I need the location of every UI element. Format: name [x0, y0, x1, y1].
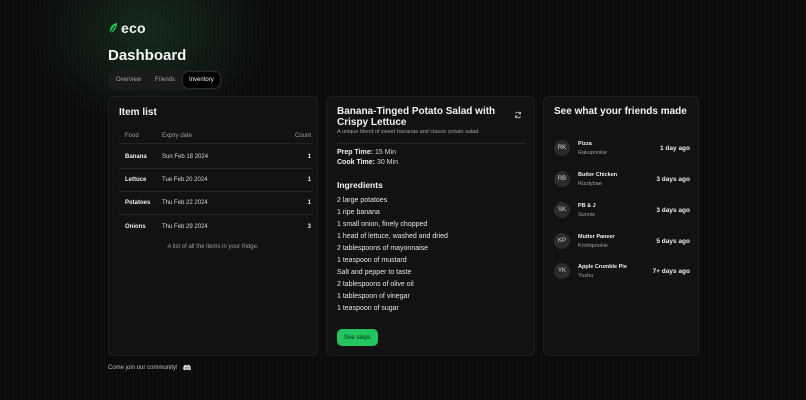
item-list-card: Item list Food Expiry date Count Banana …	[108, 96, 318, 356]
see-steps-button[interactable]: See steps	[337, 329, 378, 346]
table-row[interactable]: Lettuce Tue Feb 20 2024 1	[119, 169, 313, 192]
ingredient-item: 1 teaspoon of sugar	[337, 305, 399, 312]
table-caption: A list of all the items in your fridge.	[167, 244, 259, 250]
brand-name: eco	[121, 20, 146, 36]
ingredient-item: 2 tablespoons of mayonnaise	[337, 245, 429, 252]
friend-dish: Butter Chicken	[578, 171, 618, 178]
cell-expiry: Thu Feb 29 2024	[162, 223, 208, 230]
brand-logo[interactable]: eco	[108, 20, 146, 36]
friend-name: Rakupookie	[578, 149, 608, 156]
list-item[interactable]: YK Apple Crumble Pie Yushu 7+ days ago	[554, 261, 690, 281]
cell-expiry: Thu Feb 22 2024	[162, 200, 208, 206]
leaf-icon	[109, 23, 117, 34]
avatar: RB	[554, 171, 570, 187]
friend-time-ago: 7+ days ago	[652, 267, 690, 275]
tab-inventory[interactable]: Inventory	[183, 72, 220, 88]
ingredient-item: 1 small onion, finely chopped	[337, 221, 428, 228]
cell-food: Potatoes	[125, 200, 151, 206]
friend-info: Apple Crumble Pie Yushu	[578, 263, 653, 280]
footer: Come join our community!	[108, 364, 191, 371]
header-count: Count	[294, 133, 311, 139]
table-row[interactable]: Banana Sun Feb 18 2024 1	[119, 146, 313, 169]
header-expiry: Expiry date	[162, 133, 193, 139]
avatar: YK	[554, 263, 570, 279]
cell-food: Banana	[125, 154, 147, 160]
divider	[337, 143, 525, 144]
friend-name: Rizzlybae	[578, 180, 602, 187]
cell-food: Onions	[125, 223, 146, 230]
table-row[interactable]: Onions Thu Feb 29 2024 3	[119, 215, 313, 238]
friend-time-ago: 3 days ago	[656, 206, 690, 214]
cell-count: 1	[307, 154, 311, 160]
avatar: KP	[554, 233, 570, 249]
ingredients-title: Ingredients	[337, 180, 383, 190]
friends-title: See what your friends made	[554, 106, 687, 117]
tab-overview[interactable]: Overview	[110, 72, 147, 88]
tab-bar: Overview Friends Inventory	[108, 70, 222, 90]
recipe-card: Banana-Tinged Potato Salad with Crispy L…	[326, 96, 535, 356]
friends-card: See what your friends made RK Pizza Raku…	[543, 96, 699, 356]
cook-time-label: Cook Time:	[337, 159, 375, 166]
avatar: SK	[554, 202, 570, 218]
item-list-title: Item list	[119, 107, 157, 118]
ingredient-item: 1 head of lettuce, washed and dried	[337, 233, 448, 240]
friend-name: Sunnie	[578, 211, 596, 218]
tab-friends[interactable]: Friends	[149, 72, 181, 88]
cook-time: Cook Time: 30 Min	[337, 159, 398, 166]
recipe-title: Banana-Tinged Potato Salad with Crispy L…	[337, 106, 496, 128]
friend-time-ago: 3 days ago	[656, 175, 690, 183]
ingredient-item: 1 teaspoon of mustard	[337, 257, 407, 264]
ingredients-list: 2 large potatoes 1 ripe banana 1 small o…	[337, 195, 448, 315]
friend-info: Mutter Paneer Krishipookie	[578, 233, 656, 250]
ingredient-item: 2 tablespoons of olive oil	[337, 281, 414, 288]
friend-time-ago: 1 day ago	[660, 144, 690, 152]
friend-name: Krishipookie	[578, 242, 608, 249]
friend-time-ago: 5 days ago	[656, 237, 690, 245]
cell-count: 1	[307, 177, 311, 183]
friend-dish: PB & J	[578, 202, 596, 209]
friend-info: Pizza Rakupookie	[578, 140, 660, 157]
friend-info: PB & J Sunnie	[578, 202, 656, 219]
list-item[interactable]: RB Butter Chicken Rizzlybae 3 days ago	[554, 169, 690, 189]
table-row[interactable]: Potatoes Thu Feb 22 2024 1	[119, 192, 313, 215]
recipe-description: A unique blend of sweet bananas and clas…	[337, 129, 480, 135]
list-item[interactable]: SK PB & J Sunnie 3 days ago	[554, 200, 690, 220]
header-food: Food	[125, 133, 139, 139]
ingredient-item: 1 tablespoon of vinegar	[337, 293, 410, 300]
prep-time-value: 15 Min	[375, 149, 397, 156]
friend-name: Yushu	[578, 272, 594, 279]
ingredient-item: 1 ripe banana	[337, 209, 380, 216]
table-header: Food Expiry date Count	[119, 129, 313, 144]
cook-time-value: 30 Min	[376, 159, 398, 166]
ingredient-item: 2 large potatoes	[337, 197, 388, 204]
community-link[interactable]: Come join our community!	[108, 365, 178, 371]
discord-icon[interactable]	[182, 364, 191, 371]
cell-food: Lettuce	[125, 177, 147, 183]
friend-dish: Pizza	[578, 140, 592, 147]
cell-expiry: Sun Feb 18 2024	[162, 154, 209, 160]
inventory-table: Food Expiry date Count Banana Sun Feb 18…	[119, 129, 313, 238]
avatar: RK	[554, 140, 570, 156]
list-item[interactable]: KP Mutter Paneer Krishipookie 5 days ago	[554, 231, 690, 251]
ingredient-item: Salt and pepper to taste	[337, 269, 412, 276]
friend-dish: Mutter Paneer	[578, 233, 615, 240]
page-title: Dashboard	[108, 47, 187, 64]
friend-info: Butter Chicken Rizzlybae	[578, 171, 656, 188]
prep-time-label: Prep Time:	[337, 149, 374, 156]
friend-dish: Apple Crumble Pie	[578, 263, 627, 270]
list-item[interactable]: RK Pizza Rakupookie 1 day ago	[554, 138, 690, 158]
prep-time: Prep Time: 15 Min	[337, 149, 396, 156]
cell-expiry: Tue Feb 20 2024	[162, 177, 208, 183]
cell-count: 3	[307, 223, 311, 230]
refresh-icon[interactable]	[514, 111, 522, 119]
cell-count: 1	[307, 200, 311, 206]
